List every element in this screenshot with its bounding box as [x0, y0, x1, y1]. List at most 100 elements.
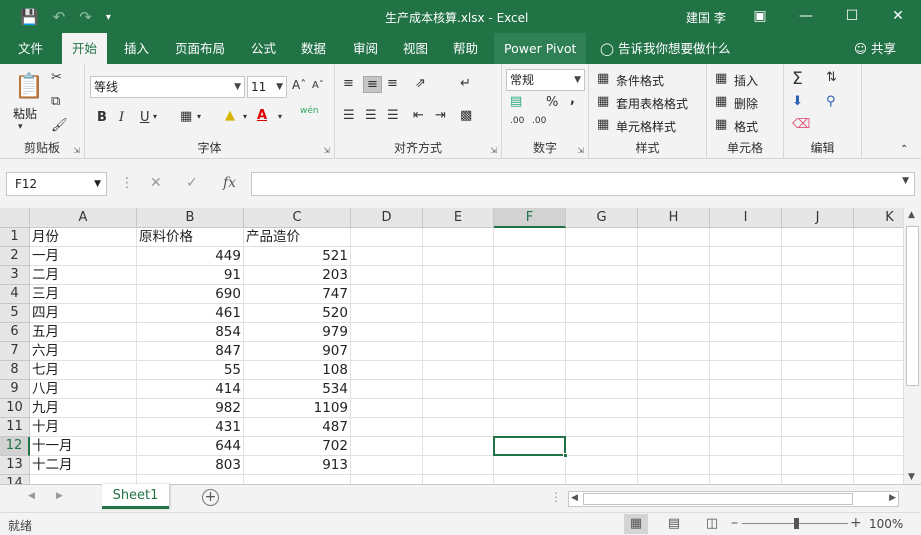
tab-formulas[interactable]: 公式	[241, 33, 286, 64]
cell-j7[interactable]	[782, 342, 854, 361]
cell-b10[interactable]: 982	[137, 399, 244, 418]
cell-c4[interactable]: 747	[244, 285, 351, 304]
cut-icon[interactable]: ✂	[51, 70, 62, 85]
column-header[interactable]: A	[30, 208, 137, 228]
cell-b13[interactable]: 803	[137, 456, 244, 475]
autosum-icon[interactable]: Σ	[792, 69, 803, 89]
number-launcher-icon[interactable]: ⇲	[577, 146, 584, 155]
cell-c2[interactable]: 521	[244, 247, 351, 266]
zoom-slider-thumb[interactable]	[794, 518, 799, 529]
cell-a8[interactable]: 七月	[30, 361, 137, 380]
paste-icon[interactable]: 📋	[14, 72, 44, 100]
tab-page-layout[interactable]: 页面布局	[165, 33, 235, 64]
merge-center-icon[interactable]: ▩	[460, 108, 472, 123]
cell-c5[interactable]: 520	[244, 304, 351, 323]
align-middle-icon[interactable]: ≡	[363, 76, 382, 93]
cell-i2[interactable]	[710, 247, 782, 266]
cell-c1[interactable]: 产品造价	[244, 228, 351, 247]
cell-d4[interactable]	[351, 285, 423, 304]
tab-file[interactable]: 文件	[8, 33, 53, 64]
cell-e6[interactable]	[423, 323, 494, 342]
chevron-down-icon[interactable]: ▾	[197, 112, 201, 121]
cell-g3[interactable]	[566, 266, 638, 285]
cell-b11[interactable]: 431	[137, 418, 244, 437]
cell-i4[interactable]	[710, 285, 782, 304]
cell-e1[interactable]	[423, 228, 494, 247]
cell-i12[interactable]	[710, 437, 782, 456]
user-name[interactable]: 建国 李	[686, 9, 726, 26]
cell-h13[interactable]	[638, 456, 710, 475]
cell-a12[interactable]: 十一月	[30, 437, 137, 456]
worksheet-grid[interactable]: A B C D E F G H I J K 1 月份 原料价格 产品造价 2 一月 449 521 3 二月 91 203 4…	[0, 208, 903, 484]
cell-f8[interactable]	[494, 361, 566, 380]
column-header[interactable]: J	[782, 208, 854, 228]
cell-b9[interactable]: 414	[137, 380, 244, 399]
row-header[interactable]: 1	[0, 228, 30, 247]
row-header[interactable]: 10	[0, 399, 30, 418]
cell-h7[interactable]	[638, 342, 710, 361]
align-left-icon[interactable]: ☰	[343, 108, 355, 123]
fill-icon[interactable]: ⬇	[792, 94, 803, 109]
cell-h14[interactable]	[638, 475, 710, 484]
column-header[interactable]: G	[566, 208, 638, 228]
borders-icon[interactable]: ▦	[180, 109, 192, 124]
cell-d5[interactable]	[351, 304, 423, 323]
sort-filter-icon[interactable]: ⇅	[826, 70, 837, 85]
cell-a11[interactable]: 十月	[30, 418, 137, 437]
cell-j3[interactable]	[782, 266, 854, 285]
cell-f10[interactable]	[494, 399, 566, 418]
row-header[interactable]: 11	[0, 418, 30, 437]
clear-icon[interactable]: ⌫	[792, 117, 810, 132]
cell-g7[interactable]	[566, 342, 638, 361]
cell-b12[interactable]: 644	[137, 437, 244, 456]
cell-j11[interactable]	[782, 418, 854, 437]
horizontal-scrollbar[interactable]: ◀ ▶	[568, 491, 899, 507]
cell-g14[interactable]	[566, 475, 638, 484]
normal-view-icon[interactable]: ▦	[624, 514, 648, 534]
cell-c6[interactable]: 979	[244, 323, 351, 342]
cell-k2[interactable]	[854, 247, 903, 266]
column-header[interactable]: D	[351, 208, 423, 228]
cell-a10[interactable]: 九月	[30, 399, 137, 418]
cell-k6[interactable]	[854, 323, 903, 342]
cell-e14[interactable]	[423, 475, 494, 484]
cell-e9[interactable]	[423, 380, 494, 399]
cell-b2[interactable]: 449	[137, 247, 244, 266]
cell-k5[interactable]	[854, 304, 903, 323]
wrap-text-icon[interactable]: ↵	[460, 76, 471, 91]
cell-h3[interactable]	[638, 266, 710, 285]
cell-f13[interactable]	[494, 456, 566, 475]
cell-g5[interactable]	[566, 304, 638, 323]
cell-g9[interactable]	[566, 380, 638, 399]
tab-view[interactable]: 视图	[393, 33, 438, 64]
zoom-out-icon[interactable]: –	[731, 515, 738, 531]
cell-g10[interactable]	[566, 399, 638, 418]
column-header[interactable]: I	[710, 208, 782, 228]
cell-f7[interactable]	[494, 342, 566, 361]
cell-b8[interactable]: 55	[137, 361, 244, 380]
cell-styles-button[interactable]: 单元格样式	[616, 118, 676, 135]
delete-cells-button[interactable]: 删除	[734, 95, 758, 112]
cell-f5[interactable]	[494, 304, 566, 323]
cell-a9[interactable]: 八月	[30, 380, 137, 399]
row-header[interactable]: 14	[0, 475, 30, 484]
tab-power-pivot[interactable]: Power Pivot	[494, 33, 587, 64]
cell-a3[interactable]: 二月	[30, 266, 137, 285]
cell-e2[interactable]	[423, 247, 494, 266]
cell-d12[interactable]	[351, 437, 423, 456]
cell-d9[interactable]	[351, 380, 423, 399]
clipboard-launcher-icon[interactable]: ⇲	[73, 146, 80, 155]
cell-b5[interactable]: 461	[137, 304, 244, 323]
formula-input[interactable]: ▼	[251, 172, 915, 196]
cell-c13[interactable]: 913	[244, 456, 351, 475]
align-right-icon[interactable]: ☰	[387, 108, 399, 123]
cell-j6[interactable]	[782, 323, 854, 342]
cell-j13[interactable]	[782, 456, 854, 475]
find-select-icon[interactable]: ⚲	[826, 94, 836, 109]
insert-cells-button[interactable]: 插入	[734, 72, 758, 89]
cell-i14[interactable]	[710, 475, 782, 484]
cell-e12[interactable]	[423, 437, 494, 456]
copy-icon[interactable]: ⧉	[51, 94, 60, 109]
alignment-launcher-icon[interactable]: ⇲	[490, 146, 497, 155]
cell-j14[interactable]	[782, 475, 854, 484]
